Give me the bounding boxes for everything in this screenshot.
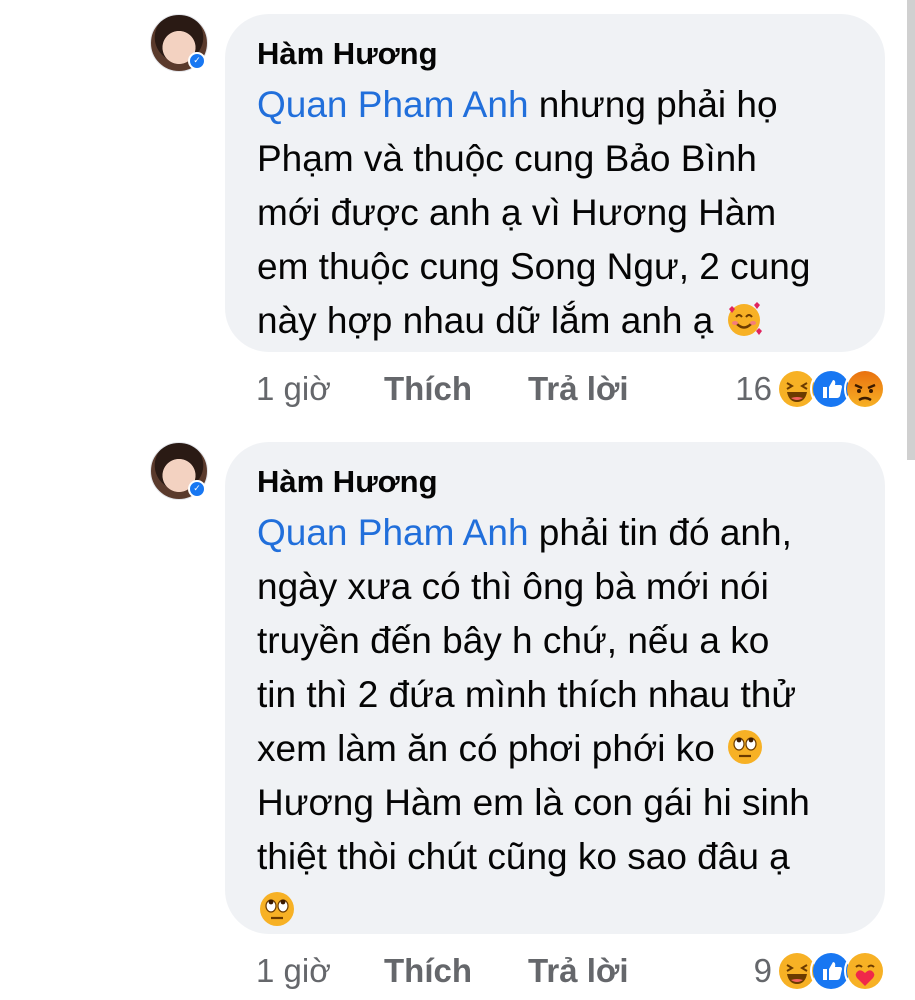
verified-badge-icon: ✓ [188, 52, 206, 70]
reply-button[interactable]: Trả lời [528, 946, 629, 996]
comment-text: Quan Pham Anh phải tin đó anh, ngày xưa … [257, 506, 855, 938]
scrollbar[interactable] [907, 0, 915, 460]
comment-time[interactable]: 1 giờ [256, 364, 331, 414]
reaction-count: 9 [753, 952, 772, 989]
comment-actions: 1 giờ Thích Trả lời 9 [256, 946, 886, 996]
comment-bubble: Hàm Hương Quan Pham Anh phải tin đó anh,… [225, 442, 885, 934]
comment-line: truyền đến bây h chứ, nếu a ko [257, 620, 770, 661]
comment-time[interactable]: 1 giờ [256, 946, 331, 996]
comment-line: tin thì 2 đứa mình thích nhau thử [257, 674, 797, 715]
verified-badge-icon: ✓ [188, 480, 206, 498]
angry-reaction-icon [844, 368, 886, 410]
mention-link[interactable]: Quan Pham Anh [257, 512, 529, 553]
comment-text: Quan Pham Anh nhưng phải họ Phạm và thuộ… [257, 78, 855, 348]
comment-line: này hợp nhau dữ lắm anh ạ [257, 300, 714, 341]
comment-author[interactable]: Hàm Hương [257, 34, 855, 74]
reply-button[interactable]: Trả lời [528, 364, 629, 414]
comment-line: ngày xưa có thì ông bà mới nói [257, 566, 769, 607]
reaction-count: 16 [735, 370, 772, 407]
care-reaction-icon [844, 950, 886, 992]
avatar[interactable]: ✓ [150, 442, 208, 500]
reactions-summary[interactable]: 9 [754, 946, 886, 996]
reactions-summary[interactable]: 16 [735, 364, 886, 414]
comment-line: nhưng phải họ [528, 84, 778, 125]
like-button[interactable]: Thích [384, 946, 472, 996]
comment-bubble: Hàm Hương Quan Pham Anh nhưng phải họ Ph… [225, 14, 885, 352]
eye-roll-emoji [728, 730, 763, 764]
eye-roll-emoji [260, 892, 294, 926]
like-button[interactable]: Thích [384, 364, 472, 414]
comment-line: mới được anh ạ vì Hương Hàm [257, 192, 777, 233]
comment-line: phải tin đó anh, [528, 512, 792, 553]
comment-line: Hương Hàm em là con gái hi sinh [257, 782, 810, 823]
avatar[interactable]: ✓ [150, 14, 208, 72]
comment-line: em thuộc cung Song Ngư, 2 cung [257, 246, 811, 287]
comment-author[interactable]: Hàm Hương [257, 462, 855, 502]
comment-line: Phạm và thuộc cung Bảo Bình [257, 138, 757, 179]
comment-line: xem làm ăn có phơi phới ko [257, 728, 715, 769]
comment-line: thiệt thòi chút cũng ko sao đâu ạ [257, 836, 790, 877]
mention-link[interactable]: Quan Pham Anh [257, 84, 529, 125]
comment-actions: 1 giờ Thích Trả lời 16 [256, 364, 886, 414]
smiling-face-with-hearts-emoji [727, 302, 762, 336]
